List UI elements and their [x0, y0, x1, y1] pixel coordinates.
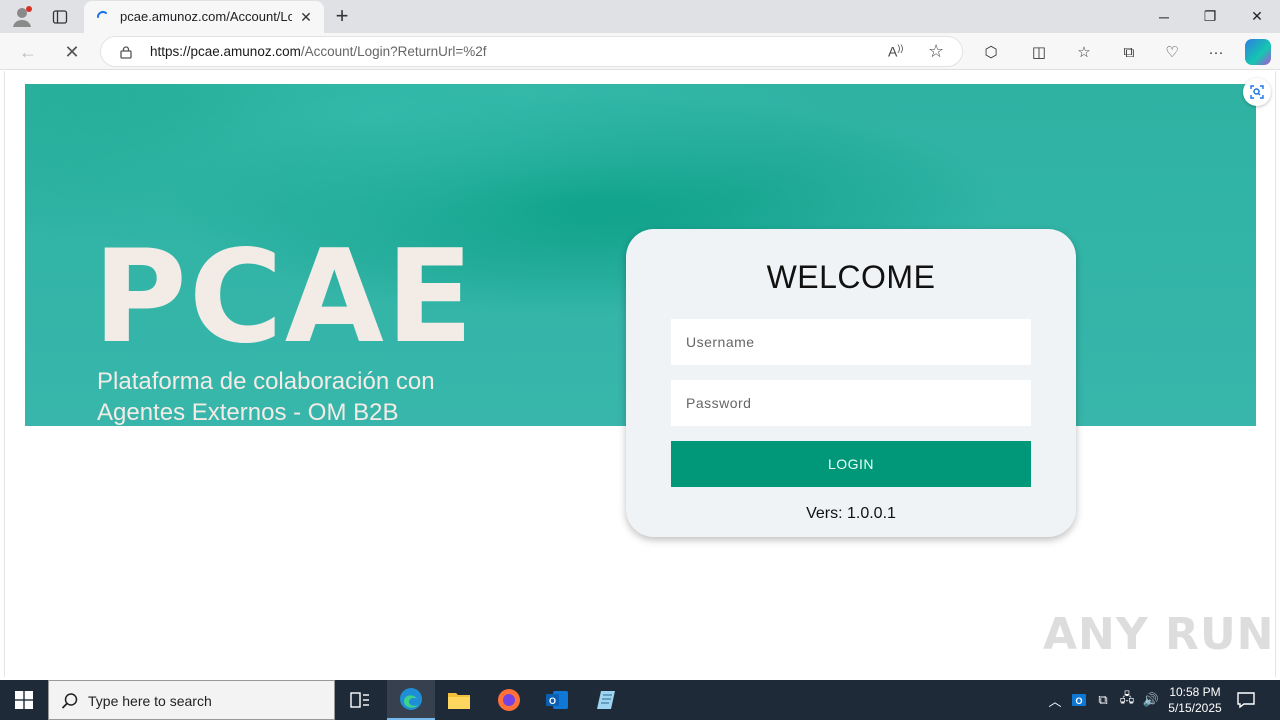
password-input[interactable] — [671, 380, 1031, 426]
tray-outlook-icon[interactable]: O — [1070, 691, 1088, 709]
taskbar-firefox[interactable] — [485, 680, 533, 720]
address-bar[interactable]: https://pcae.amunoz.com/Account/Login?Re… — [100, 36, 963, 67]
taskbar-outlook[interactable]: O — [533, 680, 581, 720]
extensions-icon[interactable]: ⬡ — [980, 41, 1002, 63]
login-card: WELCOME LOGIN Vers: 1.0.0.1 — [626, 229, 1076, 537]
taskbar-clock[interactable]: 10:58 PM 5/15/2025 — [1163, 684, 1227, 716]
browser-essentials-icon[interactable]: ♡ — [1161, 41, 1183, 63]
volume-icon[interactable]: 🔊 — [1142, 691, 1160, 709]
folder-icon — [448, 693, 470, 709]
search-icon — [61, 693, 78, 709]
tray-device-icon[interactable]: ⧉ — [1094, 691, 1112, 709]
tab-title: pcae.amunoz.com/Account/Login?ReturnUrl=… — [120, 9, 292, 24]
task-view-button[interactable] — [336, 680, 384, 720]
browser-toolbar: ← ✕ https://pcae.amunoz.com/Account/Logi… — [0, 33, 1280, 70]
outlook-icon: O — [546, 691, 568, 709]
tab-active[interactable]: pcae.amunoz.com/Account/Login?ReturnUrl=… — [84, 1, 324, 33]
brand-logo-text: PCAE — [93, 223, 476, 372]
windows-logo-icon — [15, 691, 33, 709]
login-button[interactable]: LOGIN — [671, 441, 1031, 487]
visual-search-icon[interactable] — [1243, 78, 1271, 106]
firefox-icon — [498, 689, 520, 711]
close-window-button[interactable]: ✕ — [1234, 0, 1280, 33]
anyrun-watermark: ANY RUN — [1043, 609, 1275, 660]
back-button[interactable]: ← — [14, 38, 42, 66]
more-menu-icon[interactable]: ··· — [1205, 41, 1227, 63]
clock-time: 10:58 PM — [1169, 685, 1221, 699]
tagline-line-2: Agentes Externos - OM B2B — [97, 399, 399, 426]
taskbar-edge[interactable] — [387, 680, 435, 720]
clock-date: 5/15/2025 — [1168, 701, 1222, 715]
loading-spinner-icon — [97, 11, 107, 18]
tray-overflow-chevron-icon[interactable]: ︿ — [1046, 691, 1064, 709]
windows-taskbar: Type here to search O ︿ O ⧉ 🖧 🔊 10:58 PM… — [0, 680, 1280, 720]
notifications-icon[interactable] — [1236, 690, 1256, 710]
taskbar-notepad-app[interactable] — [583, 680, 631, 720]
taskbar-search-box[interactable]: Type here to search — [48, 680, 335, 720]
tab-close-icon[interactable]: ✕ — [298, 9, 314, 25]
favorite-star-icon[interactable]: ☆ — [928, 41, 944, 62]
browser-titlebar: pcae.amunoz.com/Account/Login?ReturnUrl=… — [0, 0, 1280, 33]
tab-actions-icon[interactable] — [48, 6, 72, 28]
search-placeholder: Type here to search — [88, 693, 212, 709]
network-icon[interactable]: 🖧 — [1118, 690, 1136, 709]
username-input[interactable] — [671, 319, 1031, 365]
profile-avatar-icon[interactable] — [10, 5, 34, 29]
welcome-title: WELCOME — [766, 259, 936, 295]
task-view-icon — [350, 692, 369, 708]
svg-text:O: O — [549, 696, 556, 706]
split-screen-icon[interactable]: ◫ — [1028, 41, 1050, 63]
new-tab-button[interactable]: + — [330, 4, 354, 28]
copilot-icon[interactable] — [1245, 39, 1271, 65]
version-label: Vers: 1.0.0.1 — [806, 505, 896, 522]
start-button[interactable] — [0, 680, 48, 720]
brand-tagline: Plataforma de colaboración con Agentes E… — [97, 366, 497, 426]
web-page: PCAE Plataforma de colaboración con Agen… — [4, 71, 1276, 677]
tagline-line-1: Plataforma de colaboración con — [97, 368, 435, 395]
read-aloud-icon[interactable]: A)) — [888, 43, 903, 60]
edge-icon — [400, 688, 422, 710]
url-text[interactable]: https://pcae.amunoz.com/Account/Login?Re… — [150, 44, 487, 59]
stop-loading-button[interactable]: ✕ — [58, 38, 86, 66]
collections-icon[interactable]: ⧉ — [1118, 41, 1140, 63]
notepad-icon — [597, 691, 615, 709]
favorites-icon[interactable]: ☆ — [1073, 41, 1095, 63]
restore-button[interactable]: ❐ — [1187, 0, 1233, 33]
svg-text:O: O — [1075, 696, 1082, 706]
taskbar-file-explorer[interactable] — [435, 680, 483, 720]
lock-icon[interactable] — [119, 45, 133, 59]
minimize-button[interactable]: ─ — [1141, 0, 1187, 33]
